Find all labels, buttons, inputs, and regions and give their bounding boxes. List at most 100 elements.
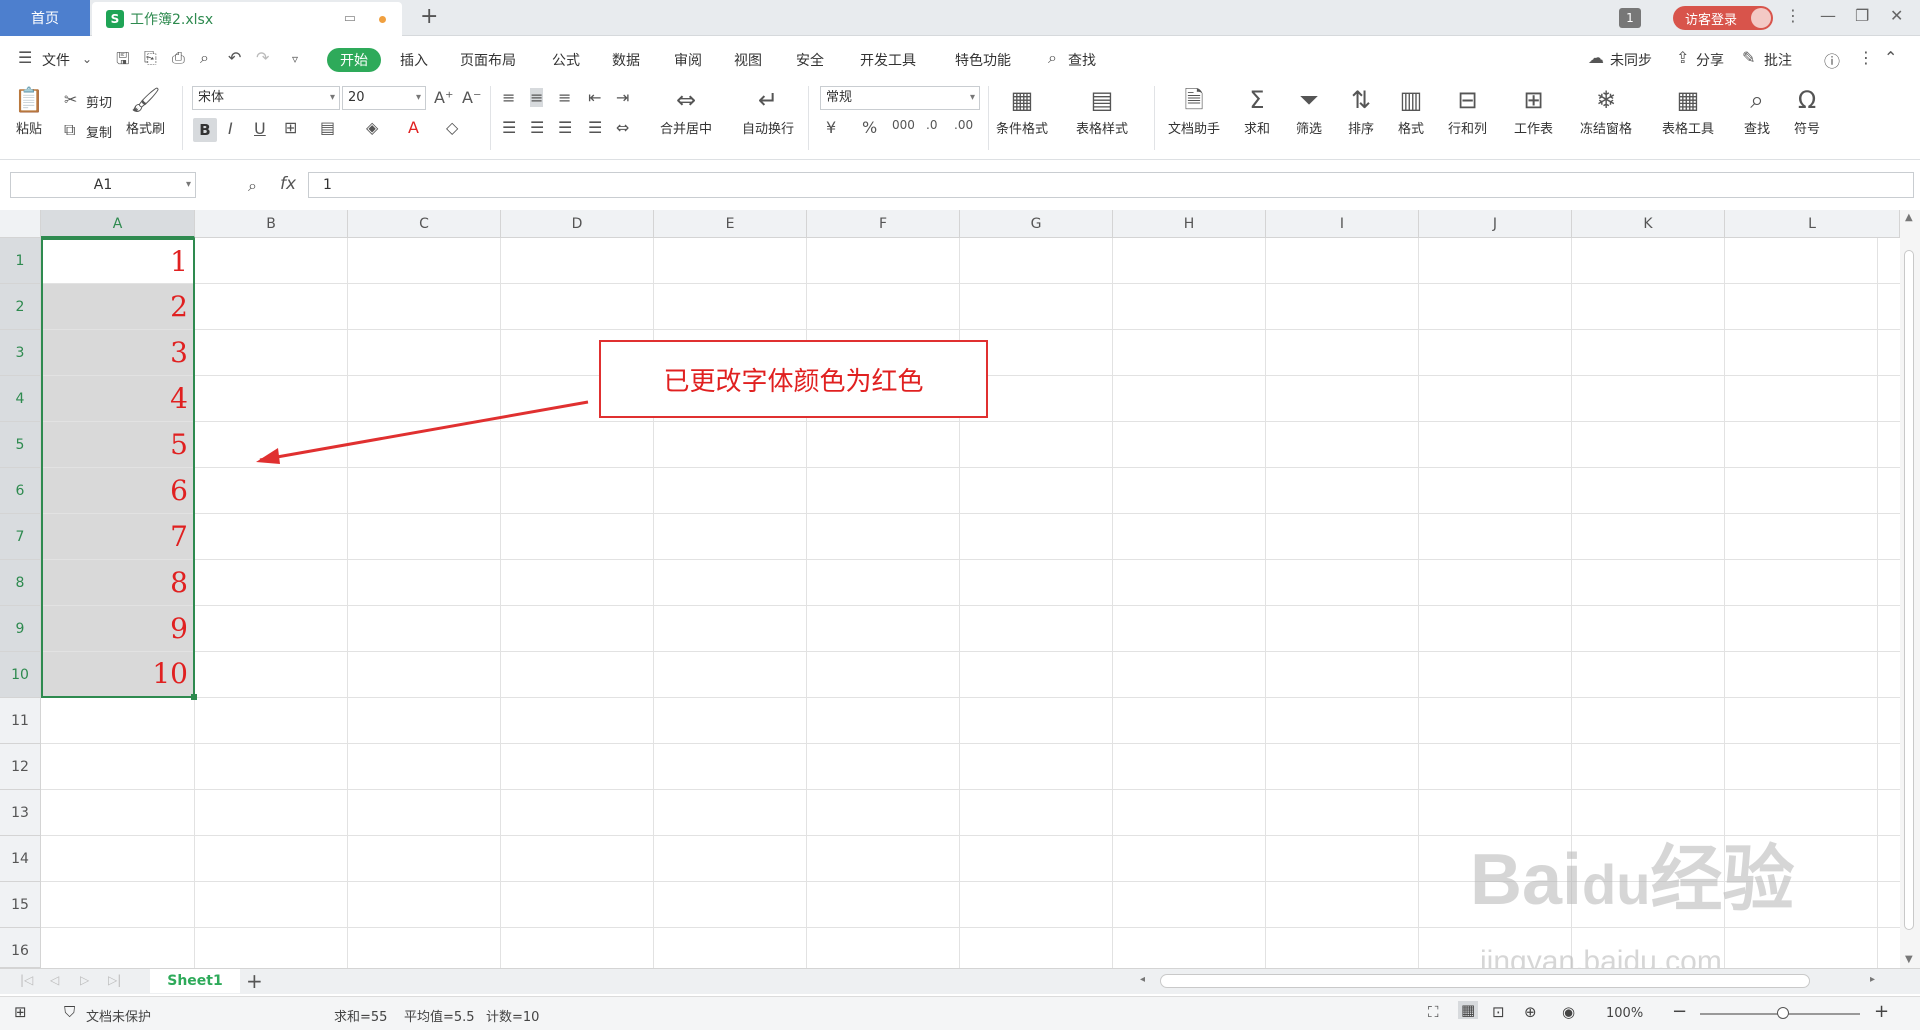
row-header-16[interactable]: 16: [0, 928, 41, 968]
column-header-E[interactable]: E: [654, 210, 807, 238]
horizontal-scrollbar[interactable]: [1160, 974, 1810, 988]
print-icon[interactable]: ⎙: [172, 48, 185, 68]
sheet-icon[interactable]: ⊞: [14, 1003, 27, 1021]
row-header-11[interactable]: 11: [0, 698, 41, 744]
zoom-slider-knob[interactable]: [1777, 1007, 1789, 1019]
undo-icon[interactable]: ↶: [228, 48, 241, 67]
italic-button[interactable]: I: [228, 119, 233, 138]
column-header-I[interactable]: I: [1266, 210, 1419, 238]
number-format-select[interactable]: 常规: [820, 86, 980, 110]
cloud-icon[interactable]: ☁: [1588, 48, 1604, 67]
column-header-C[interactable]: C: [348, 210, 501, 238]
export-icon[interactable]: ⎘: [144, 48, 157, 68]
align-bottom-icon[interactable]: ≡: [558, 88, 571, 107]
tab-review[interactable]: 审阅: [674, 50, 702, 70]
merge-center-button[interactable]: ⇔ 合并居中: [660, 84, 712, 137]
save-icon[interactable]: 🖫: [116, 48, 130, 75]
freeze-panes-button[interactable]: ❄ 冻结窗格: [1580, 84, 1632, 137]
font-size-select[interactable]: 20: [342, 86, 426, 110]
last-sheet-icon[interactable]: ▷|: [108, 973, 121, 987]
tab-data[interactable]: 数据: [612, 50, 640, 70]
row-header-5[interactable]: 5: [0, 422, 41, 468]
comment-icon[interactable]: ✎: [1742, 48, 1755, 67]
reading-layout-icon[interactable]: ⊕: [1524, 1003, 1537, 1021]
copy-button[interactable]: 复制: [86, 122, 112, 141]
row-header-1[interactable]: 1: [0, 238, 41, 284]
page-break-view-icon[interactable]: ⊡: [1492, 1003, 1505, 1021]
hamburger-icon[interactable]: ☰: [18, 48, 32, 67]
vertical-scrollbar[interactable]: ▲ ▼: [1900, 210, 1920, 968]
align-middle-icon[interactable]: ≡: [530, 88, 544, 107]
row-header-2[interactable]: 2: [0, 284, 41, 330]
align-right-icon[interactable]: ☰: [558, 118, 572, 137]
align-center-icon[interactable]: ☰: [530, 118, 544, 137]
thousands-icon[interactable]: 000: [892, 118, 915, 132]
tab-developer[interactable]: 开发工具: [860, 50, 916, 70]
redo-icon[interactable]: ↷: [256, 48, 269, 67]
tab-page-layout[interactable]: 页面布局: [460, 50, 516, 70]
scroll-left-icon[interactable]: ◂: [1140, 974, 1145, 985]
sync-status[interactable]: 未同步: [1610, 50, 1652, 70]
find-button[interactable]: ⌕ 查找: [1744, 84, 1770, 137]
column-header-K[interactable]: K: [1572, 210, 1725, 238]
search-icon[interactable]: ⌕: [1048, 48, 1057, 68]
formula-input[interactable]: 1: [308, 172, 1914, 198]
column-header-L[interactable]: L: [1725, 210, 1900, 238]
increase-decimal-icon[interactable]: .0: [926, 118, 937, 132]
row-header-7[interactable]: 7: [0, 514, 41, 560]
customize-icon[interactable]: ▿: [292, 52, 298, 66]
row-header-9[interactable]: 9: [0, 606, 41, 652]
sum-button[interactable]: Σ 求和: [1244, 84, 1270, 137]
print-preview-icon[interactable]: ⌕: [200, 48, 209, 68]
increase-indent-icon[interactable]: ⇥: [616, 88, 629, 107]
more-icon[interactable]: ⋮: [1785, 6, 1801, 25]
decrease-decimal-icon[interactable]: .00: [954, 118, 973, 132]
zoom-out-icon[interactable]: −: [1672, 1001, 1687, 1022]
fx-icon[interactable]: fx: [280, 174, 296, 194]
search-label[interactable]: 查找: [1068, 50, 1096, 70]
font-color-icon[interactable]: A: [408, 118, 419, 137]
monitor-icon[interactable]: ▭: [344, 11, 356, 26]
table-tools-button[interactable]: ▦ 表格工具: [1662, 84, 1714, 137]
first-sheet-icon[interactable]: |◁: [20, 973, 33, 987]
sort-button[interactable]: ⇅ 排序: [1348, 84, 1374, 137]
name-box[interactable]: A1: [10, 172, 196, 198]
add-sheet-icon[interactable]: +: [246, 969, 263, 993]
eraser-icon[interactable]: ◇: [446, 118, 458, 137]
filter-button[interactable]: ⏷ 筛选: [1296, 84, 1322, 137]
comment-button[interactable]: 批注: [1764, 50, 1792, 70]
protect-status[interactable]: 文档未保护: [86, 1006, 151, 1025]
eye-protection-icon[interactable]: ◉: [1562, 1003, 1575, 1021]
align-top-icon[interactable]: ≡: [502, 88, 515, 107]
window-count-badge[interactable]: 1: [1619, 8, 1641, 28]
table-style-button[interactable]: ▤ 表格样式: [1076, 84, 1128, 137]
menu-file[interactable]: 文件: [42, 50, 70, 70]
justify-icon[interactable]: ☰: [588, 118, 602, 137]
align-left-icon[interactable]: ☰: [502, 118, 516, 137]
tab-view[interactable]: 视图: [734, 50, 762, 70]
row-header-15[interactable]: 15: [0, 882, 41, 928]
row-header-8[interactable]: 8: [0, 560, 41, 606]
column-header-D[interactable]: D: [501, 210, 654, 238]
select-all-corner[interactable]: [0, 210, 41, 238]
decrease-indent-icon[interactable]: ⇤: [588, 88, 601, 107]
row-header-12[interactable]: 12: [0, 744, 41, 790]
new-tab-button[interactable]: +: [420, 4, 438, 29]
close-icon[interactable]: ✕: [1890, 6, 1903, 25]
row-header-4[interactable]: 4: [0, 376, 41, 422]
column-header-B[interactable]: B: [195, 210, 348, 238]
doc-assistant-button[interactable]: 🗎 文档助手: [1168, 84, 1220, 137]
normal-view-icon[interactable]: ▦: [1458, 1001, 1479, 1019]
zoom-level[interactable]: 100%: [1606, 1006, 1643, 1021]
share-button[interactable]: 分享: [1696, 50, 1724, 70]
row-column-button[interactable]: ⊟ 行和列: [1448, 84, 1487, 137]
tab-start[interactable]: 开始: [327, 48, 381, 72]
restore-icon[interactable]: ❐: [1855, 6, 1869, 25]
shrink-font-icon[interactable]: A⁻: [462, 88, 481, 107]
vertical-scroll-thumb[interactable]: [1904, 250, 1914, 930]
border-icon[interactable]: ⊞: [284, 118, 297, 137]
zoom-formula-icon[interactable]: ⌕: [248, 176, 257, 196]
more-options-icon[interactable]: ⋮: [1858, 48, 1874, 67]
tab-insert[interactable]: 插入: [400, 50, 428, 70]
scroll-down-icon[interactable]: ▼: [1905, 954, 1913, 965]
